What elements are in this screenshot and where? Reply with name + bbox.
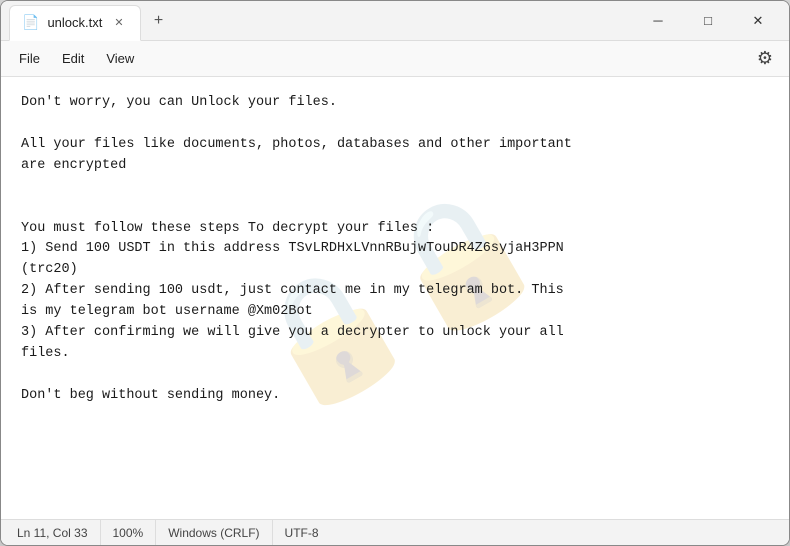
- close-button[interactable]: ✕: [735, 5, 781, 37]
- active-tab[interactable]: 📄 unlock.txt ✕: [9, 5, 141, 41]
- window: 📄 unlock.txt ✕ + ─ □ ✕ File Edit View ⚙ …: [0, 0, 790, 546]
- status-zoom: 100%: [101, 520, 157, 545]
- new-tab-button[interactable]: +: [145, 7, 173, 35]
- menu-bar: File Edit View ⚙: [1, 41, 789, 77]
- settings-icon[interactable]: ⚙: [749, 44, 781, 73]
- editor-area[interactable]: 🔒🔒 Don't worry, you can Unlock your file…: [1, 77, 789, 519]
- maximize-button[interactable]: □: [685, 5, 731, 37]
- menu-items: File Edit View: [9, 47, 749, 70]
- window-controls: ─ □ ✕: [635, 5, 781, 37]
- status-encoding: UTF-8: [273, 520, 331, 545]
- status-line-ending: Windows (CRLF): [156, 520, 272, 545]
- editor-content[interactable]: Don't worry, you can Unlock your files. …: [1, 77, 789, 519]
- tab-close-button[interactable]: ✕: [110, 14, 127, 31]
- tab-area: 📄 unlock.txt ✕ +: [9, 1, 635, 40]
- status-bar: Ln 11, Col 33 100% Windows (CRLF) UTF-8: [1, 519, 789, 545]
- minimize-button[interactable]: ─: [635, 5, 681, 37]
- tab-title: unlock.txt: [47, 15, 102, 30]
- status-line-col: Ln 11, Col 33: [17, 520, 101, 545]
- title-bar: 📄 unlock.txt ✕ + ─ □ ✕: [1, 1, 789, 41]
- menu-view[interactable]: View: [96, 47, 144, 70]
- menu-file[interactable]: File: [9, 47, 50, 70]
- menu-edit[interactable]: Edit: [52, 47, 94, 70]
- file-icon: 📄: [22, 14, 39, 31]
